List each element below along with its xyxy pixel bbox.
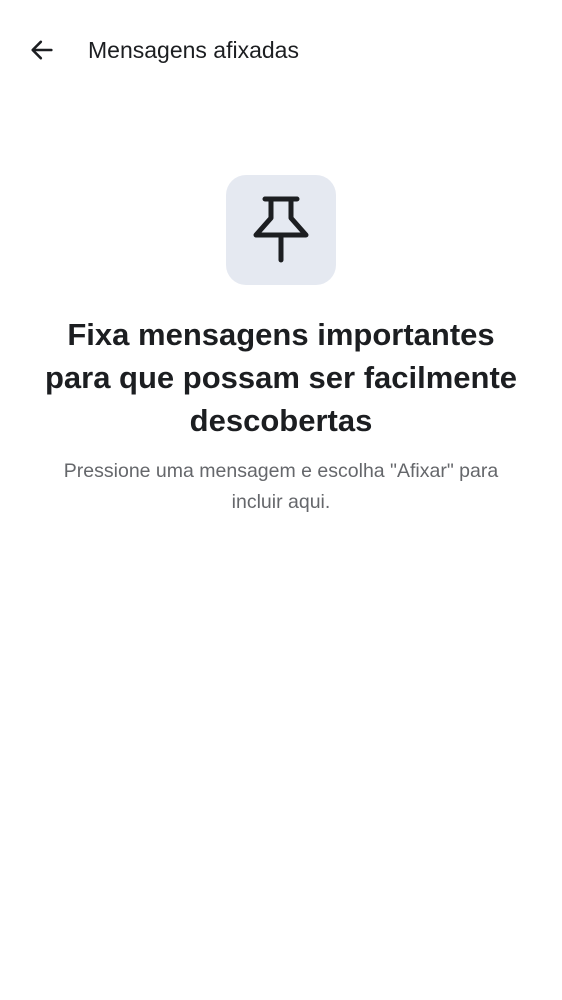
arrow-left-icon (31, 40, 53, 60)
empty-state: Fixa mensagens importantes para que poss… (0, 175, 562, 518)
empty-state-headline: Fixa mensagens importantes para que poss… (44, 317, 518, 438)
back-button[interactable] (18, 26, 66, 74)
top-app-bar: Mensagens afixadas (0, 0, 562, 100)
empty-state-subtext: Pressione uma mensagem e escolha "Afixar… (63, 460, 499, 513)
page-title: Mensagens afixadas (88, 37, 299, 63)
pin-icon (253, 196, 309, 263)
pin-icon-tile (226, 175, 336, 285)
